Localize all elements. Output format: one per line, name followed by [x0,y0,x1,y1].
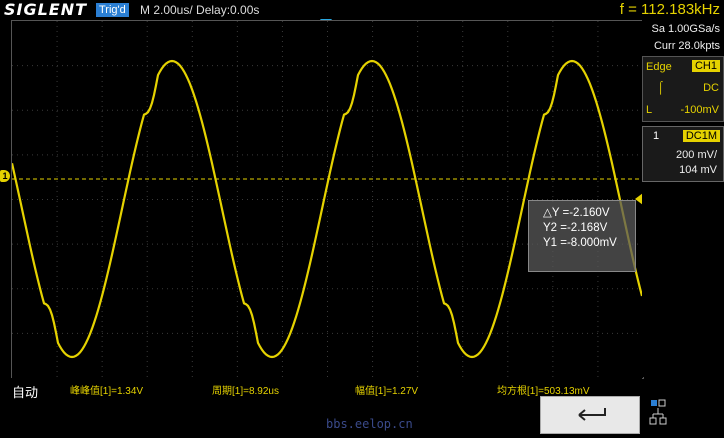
trigger-type: Edge [646,61,672,73]
cursor-readout: △Y =-2.160V Y2 =-2.168V Y1 =-8.000mV [528,200,636,272]
cursor-y2: Y2 =-2.168V [543,222,608,234]
trigger-source: CH1 [691,60,720,72]
trigger-coupling: DC [703,82,719,94]
cursor-delta-y: △Y =-2.160V [543,207,610,219]
back-button[interactable] [540,396,640,434]
channel-scale: 200 mV/ [676,149,717,161]
network-icon [649,399,667,425]
channel1-panel[interactable]: 1 DC1M 200 mV/ 104 mV [642,126,724,182]
trigger-status-badge: Trig'd [96,3,129,17]
channel-offset: 104 mV [679,164,717,176]
brand-logo: SIGLENT [4,0,88,19]
rising-edge-icon: ⌠ [657,80,665,94]
measure-rms: 均方根[1]=503.13mV [497,386,590,397]
channel-number: 1 [653,130,660,142]
channel-coupling: DC1M [682,130,720,142]
cursor-y1: Y1 =-8.000mV [543,237,617,249]
measurement-bar: 自动 峰峰值[1]=1.34V 周期[1]=8.92us 幅值[1]=1.27V… [0,378,642,401]
status-bar: SIGLENT Trig'd M 2.00us/ Delay:0.00s f =… [0,0,724,20]
measure-amplitude: 幅值[1]=1.27V [355,386,419,397]
ch1-ground-marker[interactable]: 1 [0,170,10,182]
return-arrow-icon [578,408,606,421]
trigger-panel[interactable]: Edge CH1 ⌠ DC L -100mV [642,56,724,122]
trigger-level-label: L [646,104,653,116]
frequency-readout: f = 112.183kHz [619,1,720,18]
trigger-level-value: -100mV [680,104,719,116]
measure-mode[interactable]: 自动 [12,382,38,401]
measure-period: 周期[1]=8.92us [212,386,279,397]
timebase-readout: M 2.00us/ Delay:0.00s [140,3,260,17]
measure-pkpk: 峰峰值[1]=1.34V [70,386,144,397]
memory-depth: Curr 28.0kpts [653,40,720,52]
watermark: bbs.eelop.cn [326,417,413,431]
sample-rate: Sa 1.00GSa/s [651,23,721,35]
